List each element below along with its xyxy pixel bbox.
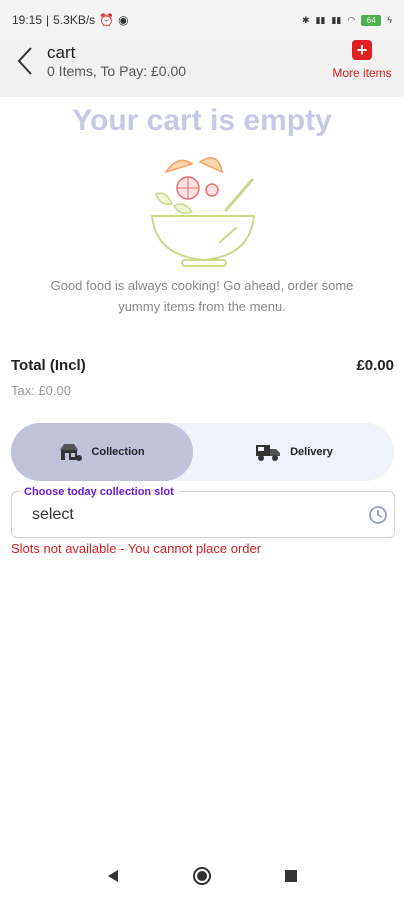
system-nav-bar: [0, 852, 404, 900]
page-title: cart: [47, 43, 76, 62]
collection-slot-select[interactable]: Choose today collection slot select: [11, 486, 395, 538]
collection-option[interactable]: Collection: [11, 423, 193, 481]
signal-icon: ▮▮: [315, 14, 326, 25]
status-bar: 19:15 | 5.3KB/s ⏰ ◉ ✱ ▮▮ ▮▮ ◠ 64 ϟ: [0, 0, 404, 40]
clock-icon[interactable]: [368, 505, 388, 525]
square-recents-icon: [285, 870, 297, 882]
wifi-icon: ◠: [347, 14, 356, 25]
back-button[interactable]: [12, 44, 38, 78]
slot-select-value: select: [32, 506, 74, 523]
slot-error-message: Slots not available - You cannot place o…: [11, 541, 262, 556]
shop-icon: [60, 444, 83, 461]
status-left: 19:15 | 5.3KB/s ⏰ ◉: [12, 13, 129, 27]
order-mode-toggle: Collection Delivery: [11, 423, 394, 481]
nav-home-button[interactable]: [190, 864, 214, 888]
collection-label: Collection: [91, 446, 145, 458]
total-value: £0.00: [356, 357, 394, 374]
chevron-left-icon: [17, 47, 32, 75]
delivery-label: Delivery: [290, 446, 333, 458]
triangle-back-icon: [108, 870, 118, 882]
status-right: ✱ ▮▮ ▮▮ ◠ 64 ϟ: [302, 14, 392, 26]
more-items-button[interactable]: + More items: [330, 40, 394, 80]
salad-bowl-illustration: [150, 157, 256, 267]
signal-icon-2: ▮▮: [331, 14, 342, 25]
battery-icon: 64: [361, 14, 382, 26]
charging-icon: ϟ: [387, 15, 392, 25]
status-network-speed: 5.3KB/s: [53, 13, 96, 27]
nav-recents-button[interactable]: [279, 864, 303, 888]
status-divider: |: [46, 13, 50, 27]
truck-icon: [256, 445, 281, 461]
cart-summary-subtitle: 0 Items, To Pay: £0.00: [47, 63, 187, 79]
plus-square-icon: +: [352, 40, 372, 60]
slot-legend: Choose today collection slot: [20, 486, 178, 498]
app-notification-icon: ◉: [118, 13, 129, 27]
total-label: Total (Incl): [11, 357, 86, 374]
circle-home-icon: [193, 867, 211, 885]
tax-label: Tax: £0.00: [11, 383, 71, 398]
empty-cart-message: Good food is always cooking! Go ahead, o…: [50, 278, 354, 314]
more-items-label: More items: [332, 66, 392, 80]
bluetooth-icon: ✱: [302, 14, 310, 25]
app-header: cart 0 Items, To Pay: £0.00 + More items: [0, 40, 404, 97]
delivery-option[interactable]: Delivery: [193, 423, 394, 481]
nav-back-button[interactable]: [101, 864, 125, 888]
alarm-icon: ⏰: [99, 13, 115, 27]
status-time: 19:15: [12, 13, 43, 27]
empty-cart-title: Your cart is empty: [72, 104, 332, 137]
